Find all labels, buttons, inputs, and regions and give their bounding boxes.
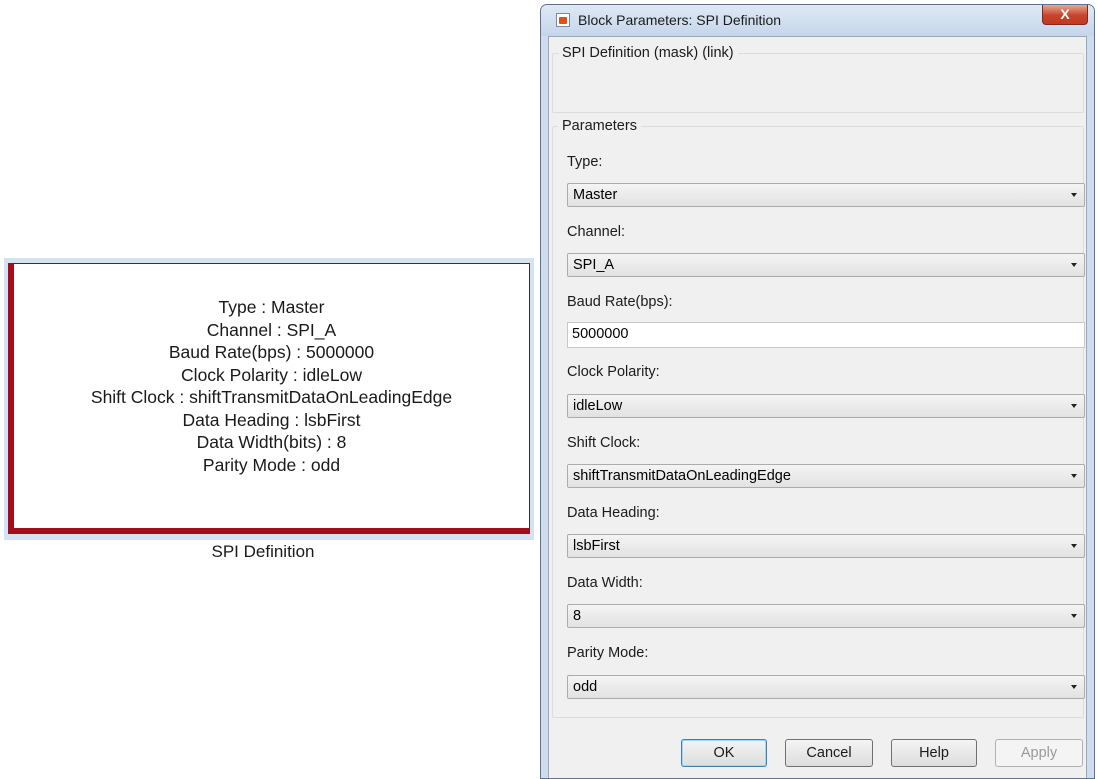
shift-clock-value: shiftTransmitDataOnLeadingEdge xyxy=(573,468,791,484)
apply-button[interactable]: Apply xyxy=(995,739,1083,767)
dialog-title: Block Parameters: SPI Definition xyxy=(578,12,782,28)
chevron-down-icon xyxy=(1071,544,1077,548)
data-width-dropdown[interactable]: 8 xyxy=(567,604,1085,628)
baud-rate-label: Baud Rate(bps): xyxy=(567,294,673,310)
type-value: Master xyxy=(573,187,618,203)
channel-label: Channel: xyxy=(567,224,626,240)
data-heading-label: Data Heading: xyxy=(567,505,660,521)
block-caption[interactable]: SPI Definition xyxy=(8,542,518,562)
chevron-down-icon xyxy=(1071,474,1077,478)
chevron-down-icon xyxy=(1071,193,1077,197)
chevron-down-icon xyxy=(1071,614,1077,618)
baud-rate-input[interactable] xyxy=(572,326,1072,342)
block-line-type: Type : Master xyxy=(218,297,325,317)
data-heading-dropdown[interactable]: lsbFirst xyxy=(567,534,1085,558)
dialog-titlebar[interactable]: Block Parameters: SPI Definition X xyxy=(541,5,1094,36)
mask-title: SPI Definition (mask) (link) xyxy=(562,45,734,61)
clock-polarity-dropdown[interactable]: idleLow xyxy=(567,394,1085,418)
parity-mode-dropdown[interactable]: odd xyxy=(567,675,1085,699)
close-button[interactable]: X xyxy=(1042,5,1088,25)
parity-mode-value: odd xyxy=(573,679,598,695)
ok-button[interactable]: OK xyxy=(681,739,767,767)
block-line-data-heading: Data Heading : lsbFirst xyxy=(182,409,361,430)
spi-definition-block[interactable]: Type : Master Channel : SPI_A Baud Rate(… xyxy=(8,263,530,534)
type-dropdown[interactable]: Master xyxy=(567,183,1085,207)
block-line-parity-mode: Parity Mode : odd xyxy=(202,454,341,475)
cancel-button[interactable]: Cancel xyxy=(785,739,873,767)
baud-rate-field[interactable] xyxy=(567,322,1085,348)
channel-dropdown[interactable]: SPI_A xyxy=(567,253,1085,277)
shift-clock-dropdown[interactable]: shiftTransmitDataOnLeadingEdge xyxy=(567,464,1085,488)
block-parameter-summary: Type : Master Channel : SPI_A Baud Rate(… xyxy=(14,296,529,476)
block-line-shift-clock: Shift Clock : shiftTransmitDataOnLeading… xyxy=(90,387,453,407)
clock-polarity-label: Clock Polarity: xyxy=(567,364,660,380)
data-width-value: 8 xyxy=(573,608,582,624)
data-heading-value: lsbFirst xyxy=(573,538,620,554)
block-line-baud-rate: Baud Rate(bps) : 5000000 xyxy=(168,342,375,362)
close-icon: X xyxy=(1060,6,1070,22)
block-line-data-width: Data Width(bits) : 8 xyxy=(196,432,347,452)
chevron-down-icon xyxy=(1071,404,1077,408)
chevron-down-icon xyxy=(1071,263,1077,267)
block-line-channel: Channel : SPI_A xyxy=(206,319,337,340)
channel-value: SPI_A xyxy=(573,257,615,273)
shift-clock-label: Shift Clock: xyxy=(567,435,641,451)
data-width-label: Data Width: xyxy=(567,575,643,591)
mask-description-group: SPI Definition (mask) (link) xyxy=(552,45,1084,113)
parameters-legend: Parameters xyxy=(562,118,637,134)
clock-polarity-value: idleLow xyxy=(573,398,623,414)
dialog-client-area: SPI Definition (mask) (link) Parameters … xyxy=(548,36,1087,778)
parameters-group: Parameters xyxy=(552,118,1084,718)
parity-mode-label: Parity Mode: xyxy=(567,645,649,661)
simulink-block-icon xyxy=(556,13,570,27)
block-parameters-dialog: Block Parameters: SPI Definition X SPI D… xyxy=(540,4,1095,779)
type-label: Type: xyxy=(567,154,603,170)
help-button[interactable]: Help xyxy=(891,739,977,767)
chevron-down-icon xyxy=(1071,685,1077,689)
block-line-clock-polarity: Clock Polarity : idleLow xyxy=(181,364,362,385)
